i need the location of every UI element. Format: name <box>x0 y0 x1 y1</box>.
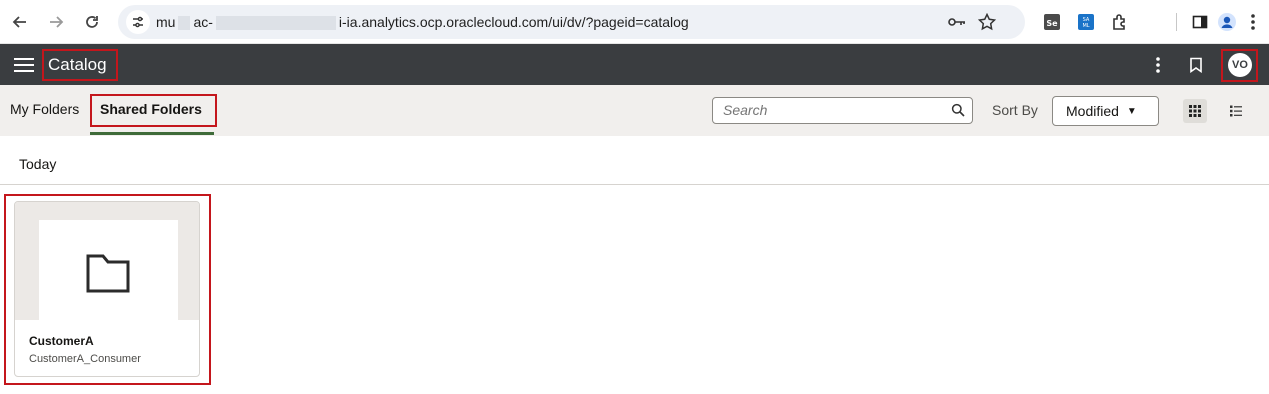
site-info-button[interactable] <box>126 10 150 34</box>
tune-icon <box>133 16 143 28</box>
side-panel-icon <box>1192 15 1208 29</box>
svg-text:Se: Se <box>1046 19 1058 28</box>
list-view-button[interactable] <box>1224 99 1248 123</box>
selenium-extension-button[interactable]: Se <box>1040 10 1064 34</box>
section-divider <box>0 184 1269 185</box>
puzzle-icon <box>1113 14 1125 30</box>
toolbar-separator <box>1176 13 1177 31</box>
password-key-button[interactable] <box>945 10 969 34</box>
url-part: ac- <box>193 14 213 30</box>
back-button[interactable] <box>7 9 33 35</box>
card-subtitle: CustomerA_Consumer <box>29 353 141 365</box>
forward-button[interactable] <box>43 9 69 35</box>
redacted-block <box>215 16 336 31</box>
extensions-button[interactable] <box>1108 10 1132 34</box>
grid-icon <box>1189 105 1201 117</box>
avatar[interactable]: VO <box>1228 53 1252 77</box>
address-bar[interactable]: mu ac-i-ia.analytics.ocp.oraclecloud.com/… <box>118 5 1025 39</box>
bookmark-button[interactable] <box>1183 52 1209 78</box>
side-panel-button[interactable] <box>1188 10 1212 34</box>
reload-icon <box>86 16 98 28</box>
card-title: CustomerA <box>29 334 94 348</box>
saml-extension-button[interactable]: SA ML <box>1074 10 1098 34</box>
arrow-right-icon <box>50 16 64 28</box>
grid-view-button[interactable] <box>1183 99 1207 123</box>
search-icon[interactable] <box>951 103 965 117</box>
profile-icon <box>1218 13 1236 31</box>
url-part: mu <box>156 14 176 30</box>
star-icon <box>978 13 996 31</box>
redacted-block <box>178 16 191 31</box>
sort-value: Modified <box>1066 103 1119 119</box>
selenium-icon: Se <box>1044 14 1060 30</box>
sort-by-label: Sort By <box>992 102 1038 118</box>
hamburger-menu-icon[interactable] <box>14 55 34 73</box>
arrow-left-icon <box>12 16 26 28</box>
sort-dropdown[interactable]: Modified ▼ <box>1052 96 1159 126</box>
browser-toolbar: mu ac-i-ia.analytics.ocp.oraclecloud.com/… <box>0 0 1269 44</box>
caret-down-icon: ▼ <box>1126 105 1137 117</box>
app-header: Catalog VO <box>0 44 1269 85</box>
reload-button[interactable] <box>79 9 105 35</box>
page-menu-button[interactable] <box>1145 52 1171 78</box>
search-input[interactable] <box>723 98 943 123</box>
url-text: mu ac-i-ia.analytics.ocp.oraclecloud.com/… <box>156 5 689 39</box>
page-title: Catalog <box>48 55 107 74</box>
search-box[interactable] <box>712 97 973 124</box>
folder-icon <box>86 254 130 293</box>
selected-tab-indicator <box>90 132 214 135</box>
svg-text:ML: ML <box>1082 23 1089 29</box>
bookmark-icon <box>1190 57 1202 73</box>
tab-shared-folders[interactable]: Shared Folders <box>100 85 202 136</box>
url-part: i-ia.analytics.ocp.oraclecloud.com/ui/dv… <box>338 14 689 30</box>
tab-my-folders[interactable]: My Folders <box>10 85 79 136</box>
more-vertical-icon <box>1156 57 1160 73</box>
saml-icon: SAML <box>1078 14 1094 30</box>
folder-card[interactable]: CustomerA CustomerA_Consumer <box>14 201 200 377</box>
section-title: Today <box>19 156 57 172</box>
key-icon <box>948 18 965 26</box>
kebab-menu-icon <box>1251 14 1255 30</box>
bookmark-star-button[interactable] <box>975 10 999 34</box>
browser-menu-button[interactable] <box>1241 10 1265 34</box>
list-icon <box>1230 105 1242 117</box>
profile-button[interactable] <box>1215 10 1239 34</box>
